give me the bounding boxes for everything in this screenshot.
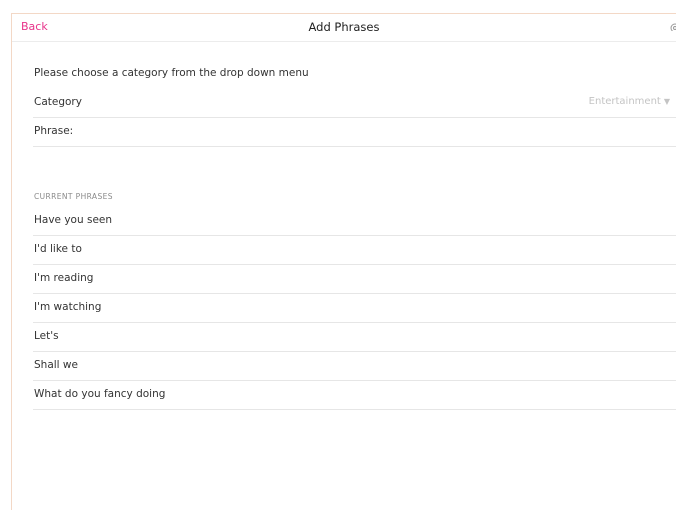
list-item[interactable]: What do you fancy doing	[33, 381, 676, 410]
app-frame: Back Add Phrases Please choose a categor…	[11, 13, 676, 510]
category-select[interactable]: Entertainment ▼	[589, 96, 670, 107]
phrase-text: I'm reading	[34, 272, 94, 284]
list-item[interactable]: I'm watching	[33, 294, 676, 323]
list-item[interactable]: I'm reading	[33, 265, 676, 294]
category-selected-value: Entertainment	[588, 96, 661, 107]
phrase-text: Let's	[34, 330, 59, 342]
list-item[interactable]: Let's	[33, 323, 676, 352]
category-row[interactable]: Category Entertainment ▼	[33, 89, 676, 118]
category-label: Category	[34, 96, 82, 108]
gear-icon[interactable]	[668, 19, 676, 31]
phrase-text: I'd like to	[34, 243, 82, 255]
phrase-text: Shall we	[34, 359, 78, 371]
caret-down-icon: ▼	[663, 97, 670, 106]
phrase-text: I'm watching	[34, 301, 102, 313]
page-title: Add Phrases	[308, 20, 380, 34]
instruction-text: Please choose a category from the drop d…	[34, 67, 309, 79]
phrase-text: Have you seen	[34, 214, 113, 226]
phrase-text: What do you fancy doing	[34, 388, 166, 400]
navigation-bar: Back Add Phrases	[12, 14, 676, 42]
phrase-field-label: Phrase:	[34, 125, 74, 137]
list-item[interactable]: Have you seen	[33, 207, 676, 236]
phrase-row[interactable]: Phrase:	[33, 118, 676, 147]
list-item[interactable]: I'd like to	[33, 236, 676, 265]
list-item[interactable]: Shall we	[33, 352, 676, 381]
current-phrases-header: CURRENT PHRASES	[34, 192, 113, 201]
